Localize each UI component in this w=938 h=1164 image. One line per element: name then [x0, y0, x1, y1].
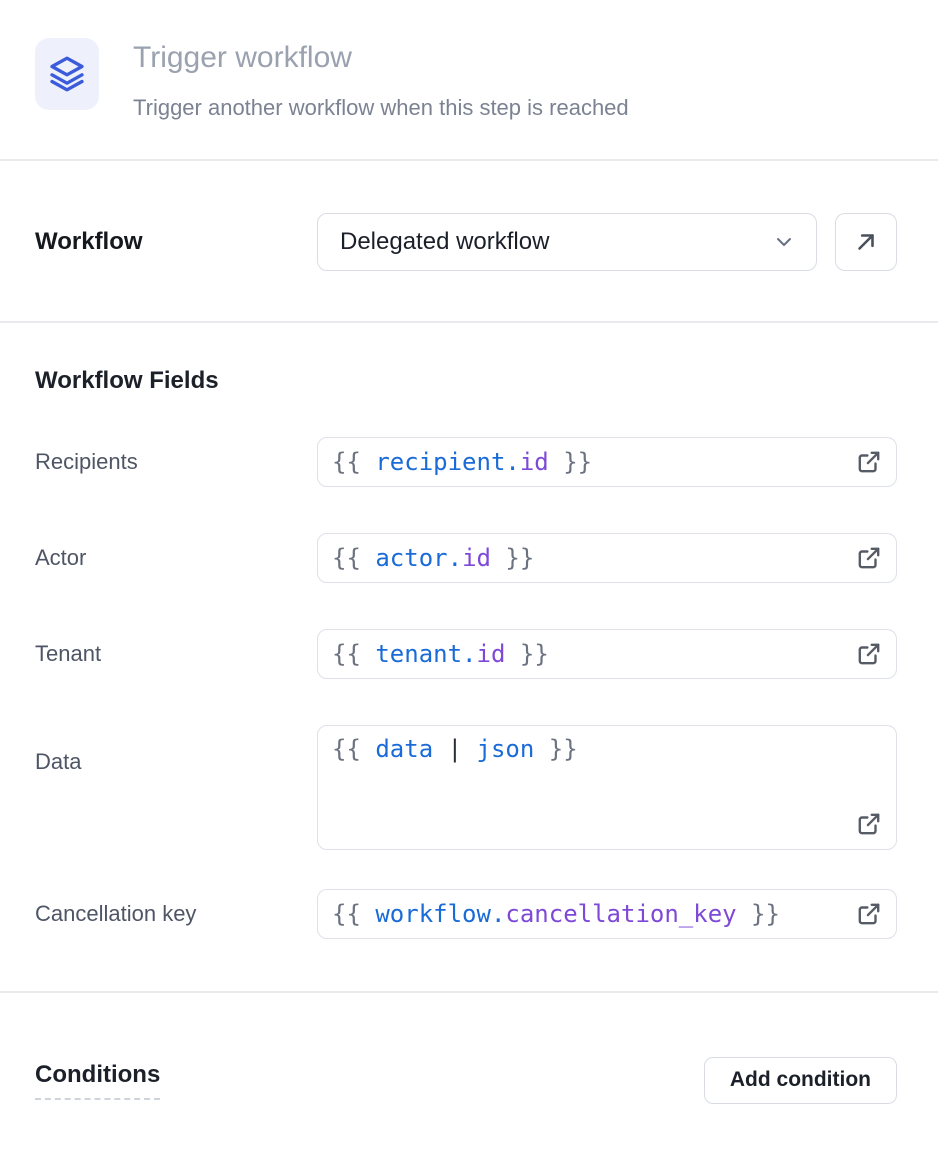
liquid-segment: id: [462, 544, 491, 572]
field-label: Actor: [35, 545, 317, 571]
open-workflow-button[interactable]: [835, 213, 897, 271]
external-link-icon[interactable]: [846, 449, 882, 475]
step-header: Trigger workflow Trigger another workflo…: [0, 0, 938, 123]
liquid-template-value: {{ actor.id }}: [332, 544, 534, 572]
liquid-segment: }}: [534, 735, 577, 763]
divider: [0, 321, 938, 323]
workflow-select-row: Workflow Delegated workflow: [0, 213, 938, 271]
workflow-label: Workflow: [35, 228, 143, 256]
workflow-fields-heading: Workflow Fields: [35, 367, 897, 395]
external-link-icon[interactable]: [846, 901, 882, 927]
workflow-fields-list: Recipients {{ recipient.id }} Actor {{ a…: [35, 437, 897, 939]
liquid-segment: recipient.: [375, 448, 520, 476]
field-label: Tenant: [35, 641, 317, 667]
liquid-template-input[interactable]: {{ tenant.id }}: [317, 629, 897, 679]
liquid-segment: json: [477, 735, 535, 763]
liquid-segment: |: [448, 735, 462, 763]
trigger-workflow-panel: Trigger workflow Trigger another workflo…: [0, 0, 938, 1164]
liquid-segment: workflow.: [375, 900, 505, 928]
liquid-segment: actor.: [375, 544, 462, 572]
workflow-field-row: Recipients {{ recipient.id }}: [35, 437, 897, 487]
external-link-icon[interactable]: [846, 641, 882, 667]
liquid-template-value: {{ workflow.cancellation_key }}: [332, 900, 780, 928]
liquid-template-value: {{ tenant.id }}: [332, 640, 549, 668]
liquid-segment: id: [520, 448, 549, 476]
liquid-segment: id: [477, 640, 506, 668]
liquid-template-input[interactable]: {{ workflow.cancellation_key }}: [317, 889, 897, 939]
workflow-field-row: Cancellation key {{ workflow.cancellatio…: [35, 889, 897, 939]
workflow-controls: Delegated workflow: [317, 213, 897, 271]
liquid-template-input[interactable]: {{ data | json }}: [317, 725, 897, 850]
liquid-segment: }}: [491, 544, 534, 572]
conditions-heading: Conditions: [35, 1061, 160, 1100]
liquid-segment: {{: [332, 640, 375, 668]
divider: [0, 159, 938, 161]
workflow-field-row: Data {{ data | json }}: [35, 725, 897, 850]
divider: [0, 991, 938, 993]
conditions-heading-label[interactable]: Conditions: [35, 1061, 160, 1100]
liquid-template-value: {{ data | json }}: [332, 735, 578, 763]
liquid-segment: cancellation_key: [505, 900, 736, 928]
external-link-icon[interactable]: [846, 545, 882, 571]
workflow-select-value: Delegated workflow: [340, 228, 549, 256]
liquid-segment: {{: [332, 448, 375, 476]
workflow-field-row: Actor {{ actor.id }}: [35, 533, 897, 583]
liquid-segment: [433, 735, 447, 763]
liquid-template-value: {{ recipient.id }}: [332, 448, 592, 476]
field-label: Data: [35, 725, 317, 775]
workflow-field-row: Tenant {{ tenant.id }}: [35, 629, 897, 679]
add-condition-button[interactable]: Add condition: [704, 1057, 897, 1104]
liquid-segment: data: [375, 735, 433, 763]
liquid-segment: {{: [332, 735, 375, 763]
step-subtitle: Trigger another workflow when this step …: [133, 94, 629, 123]
field-label: Cancellation key: [35, 901, 317, 927]
liquid-template-input[interactable]: {{ recipient.id }}: [317, 437, 897, 487]
field-label: Recipients: [35, 449, 317, 475]
liquid-segment: }}: [737, 900, 780, 928]
layers-icon: [35, 38, 99, 110]
liquid-template-input[interactable]: {{ actor.id }}: [317, 533, 897, 583]
arrow-up-right-icon: [853, 229, 879, 255]
workflow-select[interactable]: Delegated workflow: [317, 213, 817, 271]
workflow-fields-section: Workflow Fields Recipients {{ recipient.…: [0, 367, 938, 939]
liquid-segment: }}: [549, 448, 592, 476]
liquid-segment: {{: [332, 544, 375, 572]
external-link-icon[interactable]: [856, 811, 882, 837]
liquid-segment: {{: [332, 900, 375, 928]
step-title[interactable]: Trigger workflow: [133, 40, 629, 76]
conditions-section: Conditions Add condition: [0, 1057, 938, 1104]
chevron-down-icon: [772, 230, 796, 254]
liquid-segment: [462, 735, 476, 763]
liquid-segment: tenant.: [375, 640, 476, 668]
liquid-segment: }}: [505, 640, 548, 668]
